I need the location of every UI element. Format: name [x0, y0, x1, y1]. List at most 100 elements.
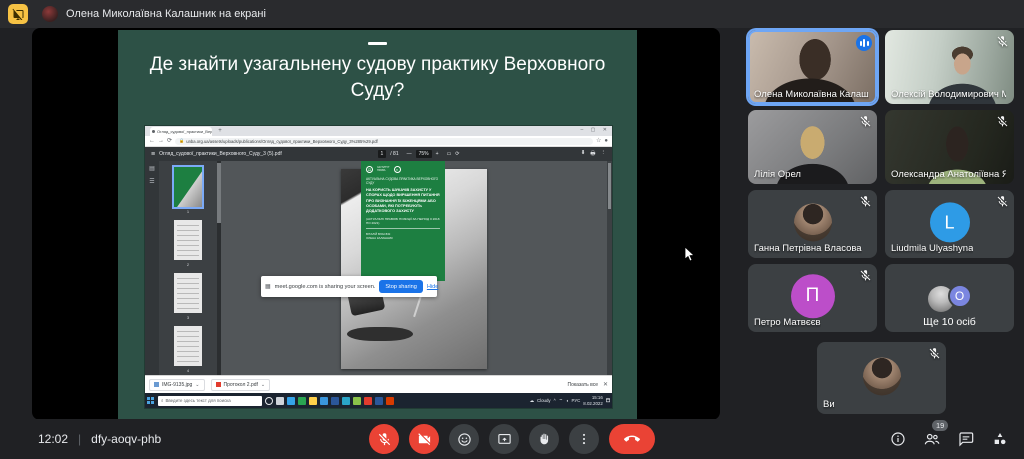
- print-icon[interactable]: 🖶: [590, 150, 595, 159]
- rotate-icon[interactable]: ⟳: [455, 151, 459, 157]
- cortana-icon[interactable]: [265, 397, 273, 405]
- show-all-downloads-link[interactable]: Показать все: [567, 382, 598, 388]
- meeting-details-button[interactable]: [888, 429, 908, 449]
- download-icon[interactable]: ⬇: [581, 150, 586, 159]
- raise-hand-button[interactable]: [529, 424, 559, 454]
- pdf-thumbnail-1[interactable]: [174, 167, 202, 207]
- acrobat-icon[interactable]: [364, 397, 372, 405]
- mic-off-icon: [859, 115, 872, 128]
- image-file-icon: [154, 382, 159, 387]
- end-call-button[interactable]: [609, 424, 655, 454]
- thumbnail-page-number: 2: [159, 262, 217, 267]
- folder-icon[interactable]: [320, 397, 328, 405]
- back-icon[interactable]: ←: [149, 138, 155, 144]
- activities-icon: [992, 431, 1008, 447]
- cover-author-2: ОЛЕНА КАЛАШНИК: [366, 236, 440, 240]
- emoji-reaction-button[interactable]: [449, 424, 479, 454]
- pdf-thumbnail-3[interactable]: [174, 273, 202, 313]
- thumbnail-page-number: 4: [159, 368, 217, 373]
- download-menu-icon[interactable]: ⌄: [195, 382, 199, 388]
- fit-page-icon[interactable]: ▭: [447, 151, 452, 157]
- taskbar-search[interactable]: ⌕Введите здесь текст для поиска: [158, 396, 262, 406]
- zoom-level: 75%: [416, 150, 432, 158]
- participant-tile[interactable]: Лілія Орел: [748, 110, 877, 184]
- thumbnail-page-number: 3: [159, 315, 217, 320]
- pdf-thumbnail-4[interactable]: [174, 326, 202, 366]
- outline-view-icon[interactable]: ☰: [149, 178, 154, 185]
- explorer-icon[interactable]: [309, 397, 317, 405]
- more-participants-tile[interactable]: OЩе 10 осіб: [885, 264, 1014, 332]
- more-icon[interactable]: ⋮: [601, 150, 607, 159]
- tray-expand-icon[interactable]: ^: [554, 398, 556, 403]
- zoom-in-button[interactable]: +: [436, 151, 439, 157]
- more-options-button[interactable]: [569, 424, 599, 454]
- hide-banner-link[interactable]: Hide: [427, 284, 439, 290]
- refresh-icon[interactable]: ⟳: [167, 138, 172, 144]
- window-controls[interactable]: – ▢ ✕: [581, 127, 610, 133]
- outlook-icon[interactable]: [342, 397, 350, 405]
- pdf-thumbnail-2[interactable]: [174, 220, 202, 260]
- thumbnail-scrollbar[interactable]: [217, 161, 221, 375]
- bookmark-star-icon[interactable]: ☆: [596, 138, 601, 144]
- participant-tile[interactable]: Ганна Петрівна Власова: [748, 190, 877, 258]
- downloads-bar: IMG-9135.jpg⌄ Протокол 2.pdf⌄ Показать все…: [145, 375, 612, 393]
- download-item[interactable]: Протокол 2.pdf⌄: [211, 379, 271, 391]
- participant-tile[interactable]: LLiudmila Ulyashyna: [885, 190, 1014, 258]
- shared-screen[interactable]: Де знайти узагальнену судову практику Ве…: [32, 28, 720, 420]
- avatar-initial: O: [948, 284, 972, 308]
- url-field[interactable]: 🔒unba.org.ua/assets/uploads/publications…: [175, 138, 593, 145]
- stacked-avatars: O: [928, 286, 972, 312]
- forward-icon[interactable]: →: [158, 138, 164, 144]
- chat-button[interactable]: [956, 429, 976, 449]
- mic-off-icon: [996, 35, 1009, 48]
- store-icon[interactable]: [298, 397, 306, 405]
- end-call-icon: [624, 431, 640, 447]
- pdf-scrollbar[interactable]: [607, 161, 612, 375]
- word-icon[interactable]: [331, 397, 339, 405]
- mic-off-button[interactable]: [369, 424, 399, 454]
- participant-tile[interactable]: ППетро Матвєєв: [748, 264, 877, 332]
- download-item[interactable]: IMG-9135.jpg⌄: [149, 379, 205, 391]
- zoom-out-button[interactable]: —: [407, 151, 412, 157]
- mic-off-icon: [377, 432, 392, 447]
- stop-presenting-button[interactable]: [8, 4, 28, 24]
- alert-icon[interactable]: [386, 397, 394, 405]
- participant-tile[interactable]: Олена Миколаївна Калашник: [748, 30, 877, 104]
- close-downloads-icon[interactable]: ✕: [603, 381, 608, 388]
- page-number-input[interactable]: 1: [378, 150, 387, 158]
- thumbnails-view-icon[interactable]: ▤: [149, 165, 155, 172]
- taskbar-clock: 15:168.02.2022: [583, 395, 603, 406]
- institute-logo-icon: ⚖: [366, 166, 373, 173]
- taskview-icon[interactable]: [276, 397, 284, 405]
- new-tab-button[interactable]: +: [217, 128, 223, 134]
- people-icon: [923, 430, 941, 448]
- activities-button[interactable]: [990, 429, 1010, 449]
- camera-off-button[interactable]: [409, 424, 439, 454]
- system-tray: ☁ Cloudy ^ ⌔ ◖ РУС 15:168.02.2022 🗖: [530, 395, 610, 406]
- language-indicator[interactable]: РУС: [571, 398, 580, 403]
- photos-icon[interactable]: [353, 397, 361, 405]
- edge-icon[interactable]: [287, 397, 295, 405]
- start-button[interactable]: [147, 397, 155, 405]
- pdf-thumbnail-column[interactable]: 12345: [159, 161, 217, 375]
- self-tile[interactable]: Ви: [817, 342, 946, 414]
- presenter-banner-text: Олена Миколаївна Калашник на екрані: [66, 8, 266, 20]
- participant-tile[interactable]: Олексій Володимирович Му...: [885, 30, 1014, 104]
- participant-tile[interactable]: Олександра Анатоліївна Які...: [885, 110, 1014, 184]
- word-doc-icon[interactable]: [375, 397, 383, 405]
- browser-tab[interactable]: Огляд_судової_практики_Вер...: [150, 127, 212, 136]
- pdf-menu-icon[interactable]: ≡: [151, 151, 155, 158]
- presentation-slide: Де знайти узагальнену судову практику Ве…: [118, 30, 637, 419]
- notification-icon[interactable]: 🗖: [606, 397, 610, 405]
- participant-name: Петро Матвєєв: [754, 317, 821, 328]
- show-participants-button[interactable]: 19: [922, 429, 942, 449]
- stop-sharing-button[interactable]: Stop sharing: [379, 280, 422, 293]
- profile-icon[interactable]: ●: [604, 138, 608, 144]
- present-screen-button[interactable]: [489, 424, 519, 454]
- participant-grid: Олена Миколаївна КалашникОлексій Володим…: [748, 30, 1016, 332]
- meet-window: Олена Миколаївна Калашник на екрані Де з…: [0, 0, 1024, 459]
- pdf-file-icon: [216, 382, 221, 387]
- taskbar-app-icons[interactable]: [265, 397, 394, 405]
- download-menu-icon[interactable]: ⌄: [261, 382, 265, 388]
- pdf-actions: ⬇ 🖶 ⋮: [581, 150, 606, 159]
